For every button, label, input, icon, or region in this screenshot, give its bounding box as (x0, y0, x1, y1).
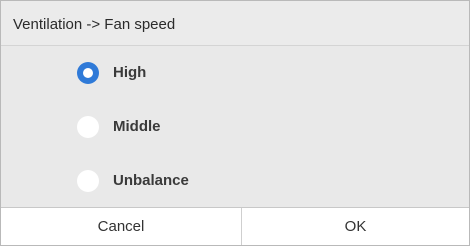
ok-button[interactable]: OK (242, 208, 469, 245)
option-high[interactable]: High (1, 46, 469, 100)
cancel-button[interactable]: Cancel (1, 208, 241, 245)
radio-middle[interactable] (77, 116, 99, 138)
option-high-label: High (113, 64, 147, 81)
fan-speed-options: High Middle Unbalance (1, 46, 469, 207)
option-middle[interactable]: Middle (1, 100, 469, 154)
dialog-footer: Cancel OK (1, 207, 469, 245)
option-unbalance[interactable]: Unbalance (1, 154, 469, 208)
option-unbalance-label: Unbalance (113, 172, 189, 189)
option-middle-label: Middle (113, 118, 161, 135)
radio-high[interactable] (77, 62, 99, 84)
radio-unbalance[interactable] (77, 170, 99, 192)
fan-speed-dialog: Ventilation -> Fan speed High Middle Unb… (0, 0, 470, 246)
dialog-title: Ventilation -> Fan speed (13, 16, 176, 33)
dialog-title-bar: Ventilation -> Fan speed (1, 1, 469, 46)
radio-selected-dot (83, 68, 93, 78)
